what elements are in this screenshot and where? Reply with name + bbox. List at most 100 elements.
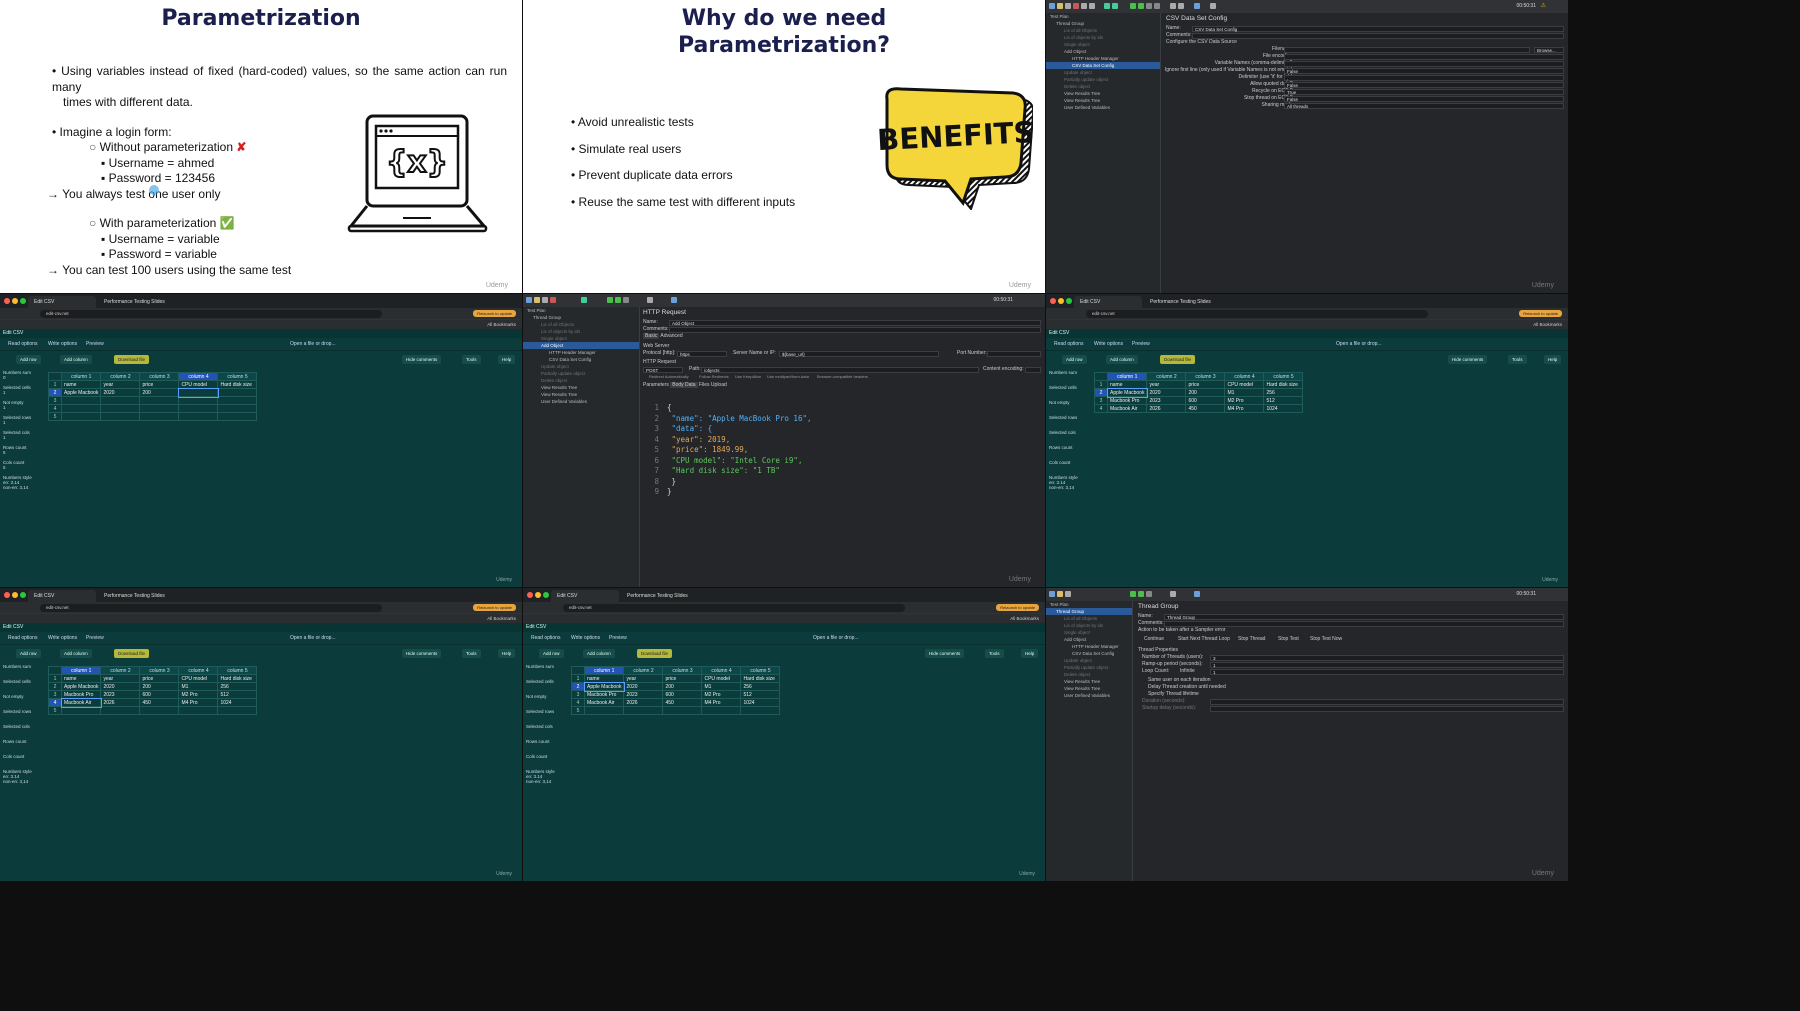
minimize-window-icon[interactable] — [535, 592, 541, 598]
cell[interactable]: Hard disk size — [217, 674, 258, 683]
column-header[interactable]: column 2 — [100, 372, 141, 381]
paste-icon[interactable] — [1089, 3, 1095, 9]
cell[interactable] — [100, 706, 141, 715]
stop-icon[interactable] — [623, 297, 629, 303]
tab-slides[interactable]: Performance Testing Slides — [98, 590, 168, 602]
tools-button[interactable]: Tools — [1508, 355, 1527, 364]
preview-button[interactable]: Preview — [86, 338, 104, 350]
tree-node[interactable]: Add Object — [1046, 48, 1160, 55]
tree-node[interactable]: Delete object — [1046, 83, 1160, 90]
path-field[interactable]: /objects — [701, 366, 979, 373]
sharing-select[interactable]: All threads — [1284, 102, 1564, 109]
lifetime-checkbox[interactable]: Specify Thread lifetime — [1138, 691, 1564, 698]
cell[interactable]: Hard disk size — [740, 674, 781, 683]
read-options[interactable]: Read options — [1054, 338, 1083, 350]
cell[interactable]: Apple Macbook — [60, 682, 102, 691]
tree-node[interactable]: View Results Tree — [523, 391, 639, 398]
cell[interactable]: M4 Pro — [178, 698, 219, 707]
loop-field[interactable]: 1 — [1210, 668, 1564, 675]
tree-node[interactable]: Add Object — [1046, 636, 1132, 643]
close-window-icon[interactable] — [4, 592, 10, 598]
write-options[interactable]: Write options — [1094, 338, 1123, 350]
open-file[interactable]: Open a file or drop... — [290, 632, 336, 644]
tree-node[interactable]: Lis of all Objects — [1046, 27, 1160, 34]
url-input[interactable]: edit-csv.net — [1086, 310, 1428, 318]
checkbox-follow-redirects[interactable]: Follow Redirects — [699, 373, 729, 380]
url-input[interactable]: edit-csv.net — [563, 604, 905, 612]
tools-button[interactable]: Tools — [462, 649, 481, 658]
cell[interactable]: 2026 — [100, 698, 141, 707]
tree-node[interactable]: Test Plan — [523, 307, 639, 314]
cell[interactable]: 600 — [139, 690, 180, 699]
stop-icon[interactable] — [1146, 3, 1152, 9]
cell[interactable]: 450 — [662, 698, 703, 707]
save-icon[interactable] — [1065, 3, 1071, 9]
cell[interactable]: price — [139, 380, 180, 389]
encoding-field[interactable] — [1284, 53, 1564, 60]
stop-icon[interactable] — [1146, 591, 1152, 597]
column-header[interactable]: column 3 — [662, 666, 703, 675]
column-header[interactable]: column 5 — [1263, 372, 1304, 381]
cell[interactable]: 512 — [217, 690, 258, 699]
comments-field[interactable] — [1192, 32, 1564, 39]
close-window-icon[interactable] — [4, 298, 10, 304]
help-button[interactable]: Help — [498, 355, 516, 364]
hide-comments-button[interactable]: Hide comments — [402, 355, 442, 364]
read-options[interactable]: Read options — [8, 632, 37, 644]
maximize-window-icon[interactable] — [20, 592, 26, 598]
cell[interactable]: 2020 — [623, 682, 664, 691]
threads-field[interactable]: 3 — [1210, 654, 1564, 661]
checkbox-keepalive[interactable]: Use KeepAlive — [735, 373, 761, 380]
cell[interactable] — [60, 706, 102, 715]
write-options[interactable]: Write options — [48, 632, 77, 644]
cell[interactable]: M1 — [701, 682, 742, 691]
style-nonen-radio[interactable]: non-en: 3,14 — [3, 779, 28, 784]
comments-field[interactable] — [669, 326, 1041, 333]
minimize-window-icon[interactable] — [12, 298, 18, 304]
cell[interactable]: 2023 — [100, 690, 141, 699]
cell[interactable]: 2023 — [623, 690, 664, 699]
open-icon[interactable] — [1057, 3, 1063, 9]
cell[interactable]: 2026 — [1146, 404, 1187, 413]
column-header[interactable]: column 1 — [1106, 372, 1148, 381]
maximize-window-icon[interactable] — [1066, 298, 1072, 304]
cell[interactable]: 200 — [139, 388, 180, 397]
start-icon[interactable] — [1130, 3, 1136, 9]
comments-field[interactable] — [1164, 620, 1564, 627]
cell[interactable]: name — [583, 674, 625, 683]
cell[interactable] — [139, 706, 180, 715]
delay-thread-checkbox[interactable]: Delay Thread creation until needed — [1138, 684, 1564, 691]
cell[interactable]: 2026 — [623, 698, 664, 707]
checkbox-browser-headers[interactable]: Browser-compatible headers — [817, 373, 868, 380]
cell[interactable]: Hard disk size — [1263, 380, 1304, 389]
download-button[interactable]: Download file — [114, 355, 150, 364]
tree-node[interactable]: CSV Data Set Config — [1046, 650, 1132, 657]
clear-icon[interactable] — [1170, 591, 1176, 597]
minimize-window-icon[interactable] — [12, 592, 18, 598]
quoted-select[interactable]: False — [1284, 81, 1564, 88]
option-continue[interactable]: Continue — [1144, 636, 1164, 643]
tree-node[interactable]: HTTP Header Manager — [523, 349, 639, 356]
add-column-button[interactable]: Add column — [60, 649, 92, 658]
url-input[interactable]: edit-csv.net — [40, 604, 382, 612]
download-button[interactable]: Download file — [1160, 355, 1196, 364]
name-field[interactable]: Add Object — [669, 319, 1041, 326]
tree-node[interactable]: Single object — [1046, 629, 1132, 636]
cell[interactable]: Macbook Pro — [583, 690, 625, 699]
tab-edit-csv[interactable]: Edit CSV — [1074, 296, 1142, 308]
body-data-editor[interactable]: 1{ 2 "name": "Apple MacBook Pro 16", 3 "… — [645, 403, 811, 498]
cell[interactable]: Apple Macbook — [60, 388, 102, 397]
column-header[interactable]: column 2 — [1146, 372, 1187, 381]
cell[interactable]: M4 Pro — [1224, 404, 1265, 413]
cell[interactable] — [60, 404, 102, 413]
cell[interactable]: 1024 — [217, 698, 258, 707]
column-header[interactable]: column 3 — [139, 372, 180, 381]
cell[interactable]: CPU model — [1224, 380, 1265, 389]
tree-node[interactable]: View Results Tree — [1046, 97, 1160, 104]
column-header[interactable]: column 2 — [623, 666, 664, 675]
open-file[interactable]: Open a file or drop... — [1336, 338, 1382, 350]
cell[interactable]: name — [1106, 380, 1148, 389]
cell[interactable]: 600 — [662, 690, 703, 699]
cell[interactable] — [139, 404, 180, 413]
cell[interactable]: 1024 — [1263, 404, 1304, 413]
